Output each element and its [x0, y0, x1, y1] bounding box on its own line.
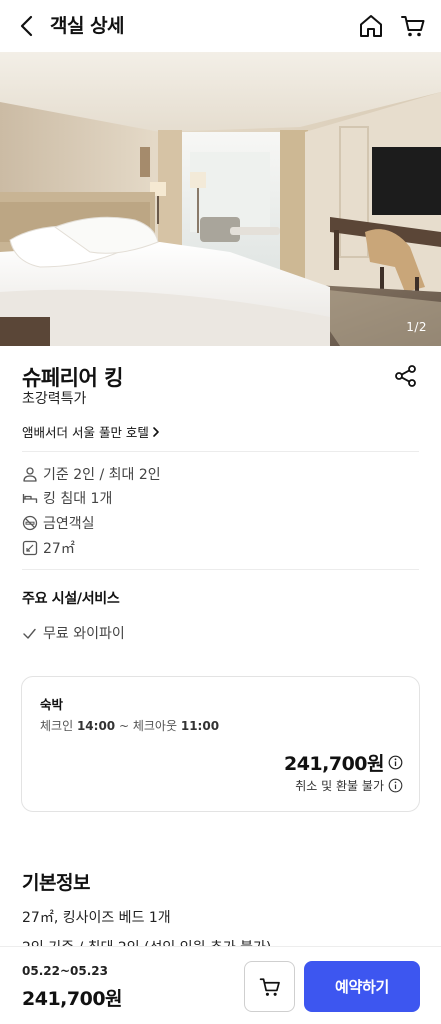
stay-dates: 05.22~05.23	[22, 964, 108, 978]
amenity-label: 무료 와이파이	[43, 626, 125, 642]
total-price: 241,700원	[22, 988, 123, 1010]
stay-type-title: 숙박	[40, 697, 64, 712]
back-button[interactable]	[14, 12, 42, 40]
smoking-text: 금연객실	[43, 516, 95, 532]
occupancy-row: 기준 2인 / 최대 2인	[22, 464, 161, 484]
checkin-label: 체크인	[40, 719, 74, 733]
no-smoking-icon	[22, 515, 38, 531]
info-icon[interactable]	[388, 755, 403, 770]
time-separator: ~	[115, 719, 133, 733]
basic-info-size: 27㎡, 킹사이즈 베드 1개	[22, 910, 171, 926]
divider	[22, 451, 419, 452]
book-button[interactable]: 예약하기	[304, 961, 420, 1012]
bed-text: 킹 침대 1개	[43, 491, 113, 507]
room-promo-label: 초강력특가	[22, 391, 87, 407]
bed-icon	[22, 494, 38, 503]
room-photo	[0, 52, 441, 346]
amenity-item: 무료 와이파이	[22, 623, 125, 643]
bottom-booking-bar: 05.22~05.23 241,700원 예약하기	[0, 946, 441, 1024]
chevron-right-icon	[153, 426, 159, 437]
stay-option-card[interactable]: 숙박 체크인 14:00 ~ 체크아웃 11:00 241,700원 취소 및 …	[21, 676, 420, 812]
checkout-label: 체크아웃	[132, 719, 178, 733]
stay-price: 241,700원	[283, 753, 385, 775]
divider	[22, 569, 419, 570]
checkin-time: 14:00	[76, 719, 116, 733]
home-button[interactable]	[357, 12, 385, 40]
cart-button[interactable]	[399, 12, 427, 40]
checkout-time: 11:00	[180, 719, 220, 733]
area-icon	[22, 540, 38, 556]
stay-price-row: 241,700원	[284, 749, 403, 776]
share-button[interactable]	[393, 363, 419, 389]
smoking-row: 금연객실	[22, 513, 95, 533]
top-app-bar: 객실 상세	[0, 0, 441, 52]
add-to-cart-button[interactable]	[244, 961, 295, 1012]
cart-icon	[259, 977, 280, 996]
chevron-left-icon	[20, 15, 33, 37]
occupancy-text: 기준 2인 / 최대 2인	[43, 467, 161, 483]
person-icon	[23, 467, 37, 482]
refund-policy: 취소 및 환불 불가	[295, 779, 384, 793]
amenities-title: 주요 시설/서비스	[22, 591, 120, 607]
info-icon[interactable]	[388, 778, 403, 793]
hotel-link-label: 앰배서더 서울 풀만 호텔	[22, 425, 149, 440]
basic-info-title: 기본정보	[22, 872, 90, 894]
home-icon	[360, 15, 382, 37]
refund-policy-row: 취소 및 환불 불가	[295, 777, 403, 794]
area-row: 27㎡	[22, 538, 75, 558]
check-icon	[23, 628, 36, 639]
bed-row: 킹 침대 1개	[22, 488, 112, 508]
checkin-checkout-times: 체크인 14:00 ~ 체크아웃 11:00	[40, 717, 219, 734]
image-counter: 1/2	[406, 320, 427, 334]
page-title: 객실 상세	[50, 15, 125, 37]
share-icon	[395, 365, 416, 387]
room-photo-gallery[interactable]: 1/2	[0, 52, 441, 346]
hotel-link[interactable]: 앰배서더 서울 풀만 호텔	[22, 422, 161, 441]
area-text: 27㎡	[43, 541, 75, 557]
cart-icon	[401, 16, 425, 37]
